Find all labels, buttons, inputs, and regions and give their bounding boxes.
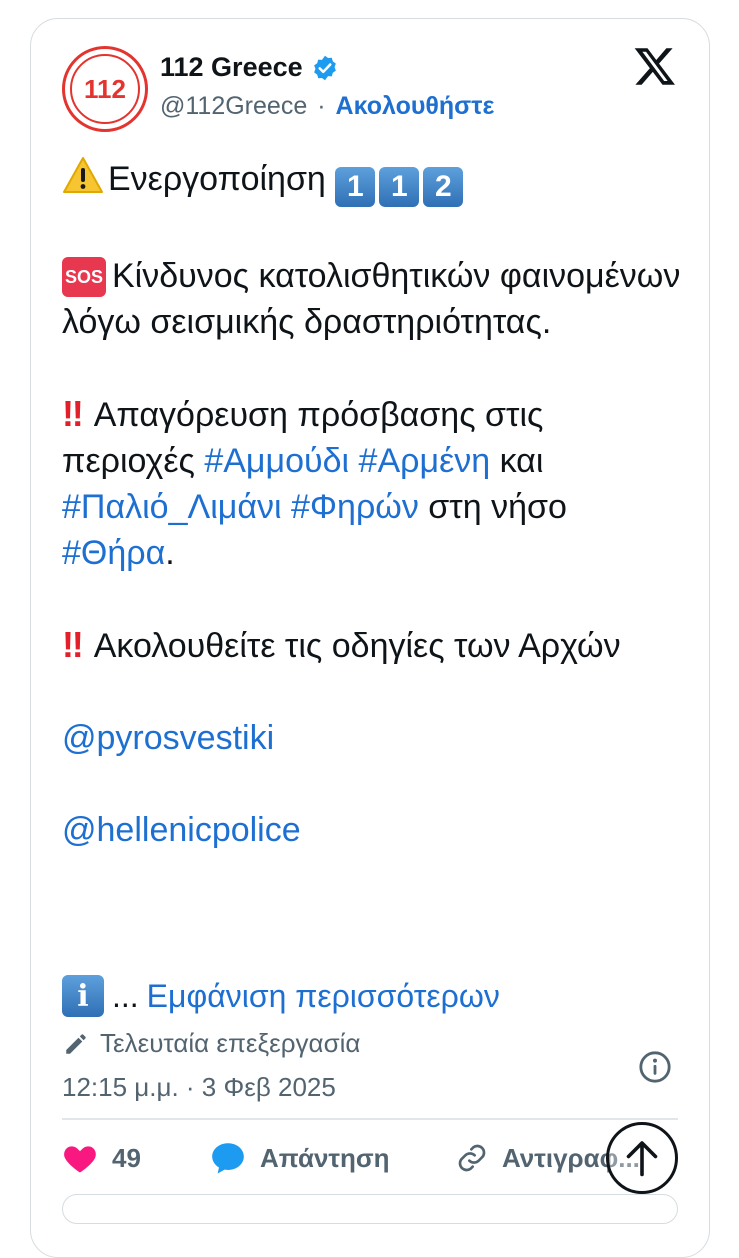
reply-label: Απάντηση [260,1142,390,1173]
scroll-to-top-button[interactable] [606,1122,678,1194]
double-exclamation-icon: ‼ [62,393,84,434]
avatar[interactable]: 112 [62,46,148,132]
like-count: 49 [112,1142,141,1173]
heart-icon [64,1146,96,1173]
follow-paragraph: ‼ Ακολουθείτε τις οδηγίες των Αρχών [62,622,682,669]
hashtag-armeni[interactable]: #Αρμένη [359,442,491,480]
ellipsis: ... [112,977,139,1014]
mention-fire-paragraph: @pyrosvestiki [62,715,682,761]
mention-pyrosvestiki[interactable]: @pyrosvestiki [62,719,274,757]
arrow-up-icon [626,1141,658,1177]
island-text: στη νήσο [418,488,567,526]
timestamp[interactable]: 12:15 μ.μ. · 3 Φεβ 2025 [62,1072,336,1103]
information-emoji-icon: i [62,975,104,1017]
separator-dot: · [317,92,326,120]
account-handle[interactable]: @112Greece [160,92,307,121]
show-more-row: i ... Εμφάνιση περισσότερων [62,975,500,1017]
account-name[interactable]: 112 Greece [160,52,303,83]
double-exclamation-icon: ‼ [62,624,84,665]
handle-row: @112Greece · Ακολουθήστε [160,92,494,121]
link-icon [458,1144,486,1172]
name-row: 112 Greece [160,52,339,83]
tweet-text: Ενεργοποίηση 112 SOS Κίνδυνος κατολισθητι… [62,156,682,853]
period: . [165,534,175,572]
mention-police-paragraph: @hellenicpolice [62,807,682,853]
and-text: και [490,442,544,480]
hashtag-thira[interactable]: #Θήρα [62,534,165,572]
keycap-1b: 1 [379,167,420,207]
edit-pencil-icon [66,1033,86,1054]
reply-composer-edge[interactable] [62,1194,678,1224]
divider [62,1118,678,1120]
reply-button[interactable]: Απάντηση [210,1141,456,1175]
keycap-2: 2 [423,167,464,207]
ban-paragraph: ‼ Απαγόρευση πρόσβασης στις περιοχές #Αμμ… [62,391,682,576]
show-more-link[interactable]: Εμφάνιση περισσότερων [147,978,500,1015]
mention-hellenicpolice[interactable]: @hellenicpolice [62,811,301,849]
danger-paragraph: SOS Κίνδυνος κατολισθητικών φαινομένων λό… [62,253,682,345]
follow-instructions-text: Ακολουθείτε τις οδηγίες των Αρχών [93,627,621,665]
edited-indicator[interactable]: Τελευταία επεξεργασία [62,1028,360,1059]
like-button[interactable]: 49 [62,1142,210,1174]
verified-badge-icon [313,55,336,80]
hashtag-palio-limani[interactable]: #Παλιό_Λιμάνι [62,488,282,526]
hashtag-firon[interactable]: #Φηρών [291,488,419,526]
warning-icon [63,157,103,193]
info-icon[interactable] [638,1050,672,1084]
activation-line: Ενεργοποίηση 112 [62,156,682,207]
activation-text: Ενεργοποίηση [108,160,326,198]
follow-button[interactable]: Ακολουθήστε [336,92,495,121]
svg-text:112: 112 [84,74,126,104]
danger-text: Κίνδυνος κατολισθητικών φαινομένων λόγω … [62,257,681,341]
sos-icon: SOS [62,257,106,297]
112-logo-icon: 112 [70,54,140,124]
x-logo-icon[interactable] [632,44,678,88]
edited-label: Τελευταία επεξεργασία [100,1028,361,1058]
reply-bubble-icon [212,1143,244,1174]
keycap-1: 1 [335,167,376,207]
hashtag-ammoudi[interactable]: #Αμμούδι [204,442,349,480]
